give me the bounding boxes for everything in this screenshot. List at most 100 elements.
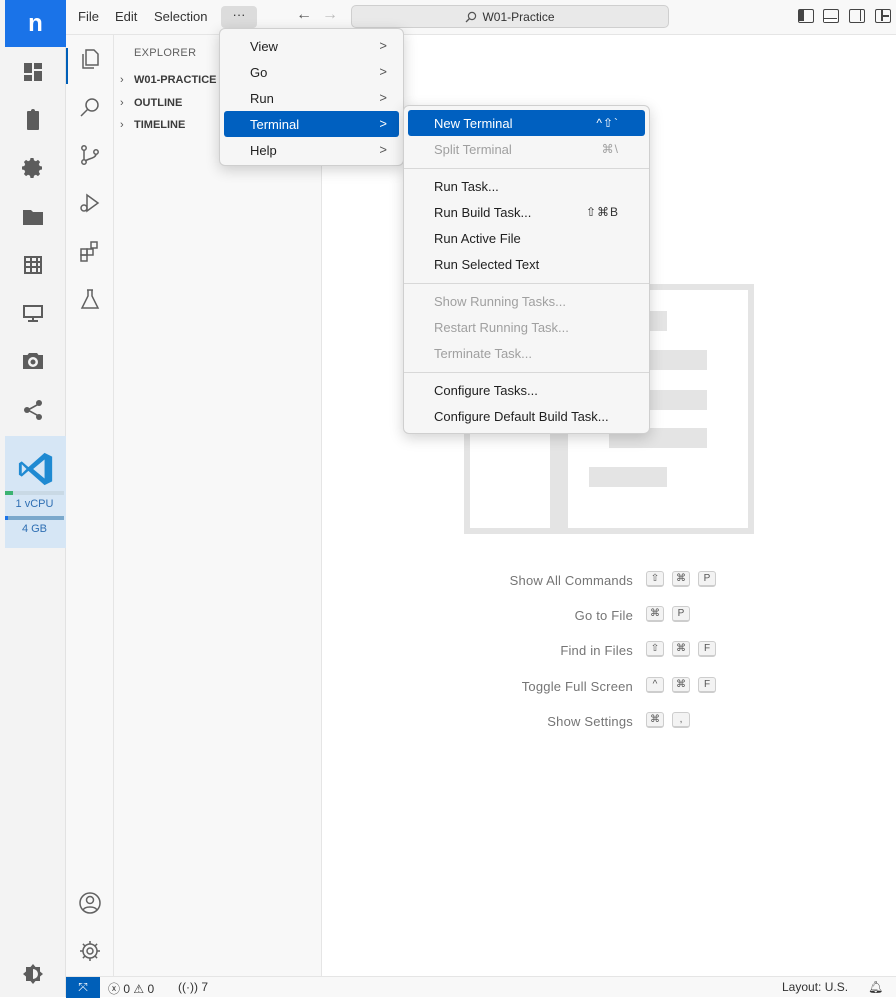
menu-item-terminal[interactable]: Terminal >: [224, 111, 399, 137]
section-outline[interactable]: › OUTLINE: [120, 97, 182, 109]
menu-item-view[interactable]: View >: [224, 33, 399, 59]
search-icon: [466, 11, 477, 22]
key: ⇧: [646, 641, 664, 657]
key: ,: [672, 712, 690, 728]
key: ⌘: [672, 641, 690, 657]
key: ⌘: [672, 571, 690, 587]
menu-item-split-terminal[interactable]: Split Terminal ⌘\: [408, 136, 645, 162]
keyboard-layout-status[interactable]: Layout: U.S.: [782, 980, 848, 994]
key: F: [698, 677, 716, 693]
command-center[interactable]: W01-Practice: [351, 5, 669, 28]
menu-item-configure-default-build-task[interactable]: Configure Default Build Task...: [408, 403, 645, 429]
menu-separator: [404, 283, 649, 284]
notifications-bell-icon[interactable]: 🔔︎: [868, 980, 883, 994]
command-center-label: W01-Practice: [482, 9, 555, 24]
memory-bar: [5, 516, 64, 520]
chevron-right-icon: ›: [120, 74, 124, 86]
active-indicator: [66, 48, 68, 84]
chevron-right-icon: >: [379, 64, 387, 79]
cpu-bar: [5, 491, 64, 495]
search-icon[interactable]: [78, 95, 102, 119]
menu-item-go[interactable]: Go >: [224, 59, 399, 85]
shortcut-go-to-file: Go to File ⌘ P: [322, 606, 896, 626]
menu-item-help[interactable]: Help >: [224, 137, 399, 163]
testing-flask-icon[interactable]: [78, 287, 102, 311]
shortcut-find-in-files: Find in Files ⇧ ⌘ F: [322, 641, 896, 661]
menu-item-run-build-task[interactable]: Run Build Task... ⇧⌘B: [408, 199, 645, 225]
remote-indicator-icon[interactable]: ⤧: [66, 977, 100, 998]
explorer-title: EXPLORER: [134, 47, 197, 59]
key: P: [698, 571, 716, 587]
menu-item-terminate-task[interactable]: Terminate Task...: [408, 340, 645, 366]
menu-item-new-terminal[interactable]: New Terminal ^⇧`: [408, 110, 645, 136]
chevron-right-icon: >: [379, 38, 387, 53]
activity-bar: [66, 35, 114, 976]
key: ⌘: [672, 677, 690, 693]
menu-separator: [404, 168, 649, 169]
menu-item-run-selected-text[interactable]: Run Selected Text: [408, 251, 645, 277]
key: ⌘: [646, 606, 664, 622]
shortcut-toggle-full-screen: Toggle Full Screen ^ ⌘ F: [322, 677, 896, 697]
customize-layout-icon[interactable]: [875, 9, 891, 23]
account-icon[interactable]: [78, 891, 102, 915]
menu-item-restart-running-task[interactable]: Restart Running Task...: [408, 314, 645, 340]
menu-item-configure-tasks[interactable]: Configure Tasks...: [408, 377, 645, 403]
error-icon: ⓧ: [108, 982, 121, 996]
menu-edit[interactable]: Edit: [115, 9, 137, 24]
table-icon[interactable]: [19, 251, 47, 279]
warning-icon: ⚠: [133, 982, 145, 996]
terminal-submenu: New Terminal ^⇧` Split Terminal ⌘\ Run T…: [403, 105, 650, 434]
menu-item-run-task[interactable]: Run Task...: [408, 173, 645, 199]
chevron-right-icon: >: [379, 142, 387, 157]
chevron-right-icon: >: [379, 90, 387, 105]
broadcast-icon: ((·)): [178, 980, 198, 994]
key: ⇧: [646, 571, 664, 587]
vscode-logo-icon: [18, 452, 53, 486]
toggle-panel-icon[interactable]: [823, 9, 839, 23]
more-menu-button[interactable]: ···: [221, 6, 257, 28]
source-control-icon[interactable]: [78, 143, 102, 167]
memory-label: 4 GB: [21, 523, 48, 535]
ports-status[interactable]: ((·)) 7: [178, 980, 208, 994]
extensions-icon[interactable]: [78, 239, 102, 263]
problems-status[interactable]: ⓧ 0 ⚠ 0: [108, 980, 154, 997]
run-debug-icon[interactable]: [78, 191, 102, 215]
app-rail: n 1 vCPU 4 GB: [0, 0, 66, 997]
menu-selection[interactable]: Selection: [154, 9, 207, 24]
folder-icon[interactable]: [19, 203, 47, 231]
more-menu: View > Go > Run > Terminal > Help >: [219, 28, 404, 166]
section-timeline[interactable]: › TIMELINE: [120, 119, 185, 131]
back-arrow-icon[interactable]: ←: [296, 6, 312, 24]
menu-item-run-active-file[interactable]: Run Active File: [408, 225, 645, 251]
chevron-right-icon: ›: [120, 97, 124, 109]
camera-icon[interactable]: [19, 347, 47, 375]
monitor-icon[interactable]: [19, 299, 47, 327]
share-icon[interactable]: [19, 396, 47, 424]
key: F: [698, 641, 716, 657]
explorer-sidebar: EXPLORER › W01-PRACTICE › OUTLINE › TIMELIN…: [114, 35, 322, 976]
menu-file[interactable]: File: [78, 9, 99, 24]
chevron-right-icon: ›: [120, 119, 124, 131]
shortcut-show-settings: Show Settings ⌘ ,: [322, 712, 896, 732]
key: P: [672, 606, 690, 622]
menu-item-run[interactable]: Run >: [224, 85, 399, 111]
explorer-icon[interactable]: [78, 47, 102, 71]
toggle-secondary-sidebar-icon[interactable]: [849, 9, 865, 23]
manage-gear-icon[interactable]: [78, 939, 102, 963]
clipboard-icon[interactable]: [19, 106, 47, 134]
chevron-right-icon: >: [379, 116, 387, 131]
cpu-label: 1 vCPU: [15, 498, 54, 510]
key: ^: [646, 677, 664, 693]
dashboard-icon[interactable]: [19, 58, 47, 86]
settings-icon[interactable]: [19, 154, 47, 182]
key: ⌘: [646, 712, 664, 728]
app-logo[interactable]: n: [5, 0, 66, 47]
forward-arrow-icon[interactable]: →: [322, 6, 338, 24]
toggle-primary-sidebar-icon[interactable]: [798, 9, 814, 23]
section-workspace[interactable]: › W01-PRACTICE: [120, 74, 217, 86]
theme-toggle-icon[interactable]: [19, 960, 47, 988]
vscode-tile[interactable]: 1 vCPU 4 GB: [5, 436, 66, 548]
menu-item-show-running-tasks[interactable]: Show Running Tasks...: [408, 288, 645, 314]
titlebar: File Edit Selection ··· ← → W01-Practice: [66, 0, 896, 35]
menu-separator: [404, 372, 649, 373]
